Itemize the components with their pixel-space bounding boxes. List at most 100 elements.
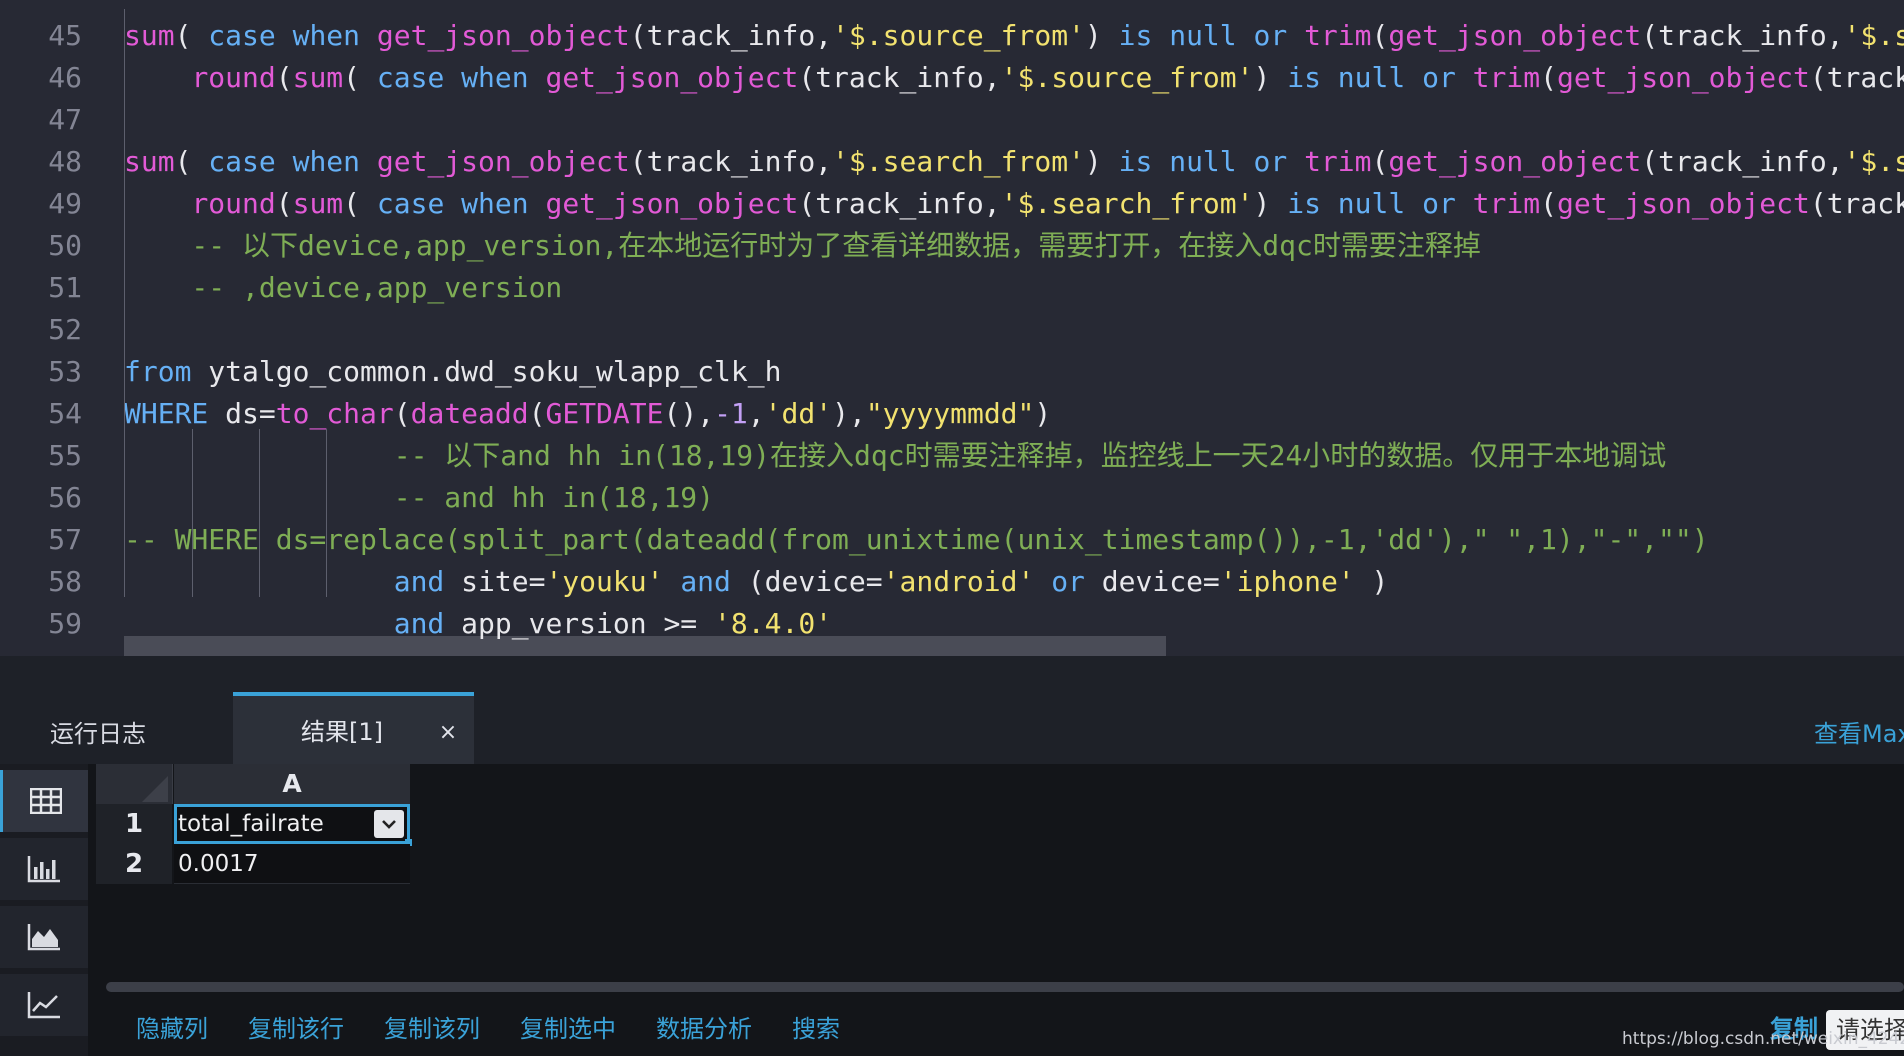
hide-column-button[interactable]: 隐藏列 [136,1004,208,1054]
code-line[interactable]: 45 sum( case when get_json_object(track_i… [0,15,1904,57]
code-line[interactable]: 49 round(sum( case when get_json_object(… [0,183,1904,225]
area-chart-button[interactable] [0,906,88,968]
code-token: ) [1354,565,1389,598]
chevron-down-icon[interactable] [374,810,404,838]
code-editor[interactable]: 45 sum( case when get_json_object(track_i… [0,0,1904,656]
row-header[interactable]: 1 [96,804,172,844]
code-token: sum [124,145,175,178]
code-line[interactable]: 47 [0,99,1904,141]
close-icon[interactable]: × [433,718,463,748]
grid-corner[interactable] [96,764,173,804]
code-token: get_json_object [1388,145,1642,178]
table-view-button[interactable] [0,770,88,832]
code-token: case when [376,61,546,94]
table-cell[interactable]: 0.0017 [174,844,410,884]
code-token: ( [343,187,377,220]
code-text: sum( case when get_json_object(track_inf… [124,141,1904,183]
code-line[interactable]: 54 WHERE ds=to_char(dateadd(GETDATE(),-1,… [0,393,1904,435]
line-number: 45 [48,19,82,52]
line-number: 50 [48,229,82,262]
code-line[interactable]: 48 sum( case when get_json_object(track_i… [0,141,1904,183]
data-analysis-button[interactable]: 数据分析 [656,1004,752,1054]
code-token: trim [1304,19,1372,52]
code-token: ( [174,145,209,178]
code-token: ytalgo_common.dwd_soku_wlapp_clk_h [208,355,782,388]
table-cell-header[interactable]: total_failrate [174,804,412,846]
code-line[interactable]: 52 [0,309,1904,351]
code-token: and [393,607,462,640]
code-line[interactable]: 51 -- ,device,app_version [0,267,1904,309]
code-text: -- 以下device,app_version,在本地运行时为了查看详细数据，需… [124,225,1480,267]
code-text: -- and hh in(18,19) [124,477,714,519]
code-token: (track [1809,187,1904,220]
bar-chart-button[interactable] [0,838,88,900]
line-chart-button[interactable] [0,974,88,1036]
view-maxcompute-link[interactable]: 查看Max [1814,714,1904,754]
code-token: ) [1034,397,1052,430]
code-token: case when [208,145,377,178]
code-token: GETDATE [545,397,664,430]
code-token: '$.s [1843,145,1904,178]
code-token: from [124,355,209,388]
code-token: is null or [1118,19,1305,52]
code-line[interactable]: 50 -- 以下device,app_version,在本地运行时为了查看详细数… [0,225,1904,267]
code-token: sum [124,19,175,52]
code-token: "yyyymmdd" [865,397,1035,430]
tab-result-label: 结果[1] [301,718,383,746]
copy-column-button[interactable]: 复制该列 [384,1004,480,1054]
results-area: A 1 total_failrate 2 0.0017 隐藏列 复制该行 复制该… [0,764,1904,1056]
code-token: site= [461,565,546,598]
code-token: (track_info, [629,19,833,52]
tab-result-1[interactable]: 结果[1] × [233,692,474,764]
code-token: (track_info, [1641,145,1844,178]
code-token: round [191,187,276,220]
code-line[interactable]: 46 round(sum( case when get_json_object(… [0,57,1904,99]
code-line[interactable]: 55 -- 以下and hh in(18,19)在接入dqc时需要注释掉，监控线… [0,435,1904,477]
code-text: from ytalgo_common.dwd_soku_wlapp_clk_h [124,351,781,393]
code-token: ( [393,397,411,430]
line-chart-icon [27,992,60,1019]
line-number: 55 [48,439,82,472]
code-token: -- WHERE ds=replace(split_part(dateadd(f… [124,523,1709,556]
code-token: ( [1371,19,1389,52]
code-line[interactable]: 53 from ytalgo_common.dwd_soku_wlapp_clk_… [0,351,1904,393]
code-line[interactable]: 56 -- and hh in(18,19) [0,477,1904,519]
code-token: and [680,565,748,598]
code-token: to_char [275,397,394,430]
code-line[interactable]: 57 -- WHERE ds=replace(split_part(dateadd… [0,519,1904,561]
bar-chart-icon [27,856,60,883]
results-horizontal-scrollbar[interactable] [106,982,1904,992]
code-token: -- and hh in(18,19) [124,481,715,514]
code-text: round(sum( case when get_json_object(tra… [124,57,1904,99]
code-token: get_json_object [1556,61,1810,94]
code-token: sum [292,187,344,220]
indent-guide [192,429,193,597]
code-token: ds= [225,397,276,430]
code-token: (device= [747,565,883,598]
code-text: sum( case when get_json_object(track_inf… [124,15,1904,57]
code-token: case when [376,187,546,220]
code-token: ) [1084,145,1119,178]
code-line[interactable]: 58 and site='youku' and (device='android… [0,561,1904,603]
copy-row-button[interactable]: 复制该行 [248,1004,344,1054]
copy-selection-button[interactable]: 复制选中 [520,1004,616,1054]
column-header-a[interactable]: A [174,764,410,804]
line-number: 58 [48,565,82,598]
line-number: 56 [48,481,82,514]
code-token: 'iphone' [1219,565,1355,598]
row-header[interactable]: 2 [96,844,172,884]
code-token: ( [1371,145,1389,178]
code-token: ), [832,397,866,430]
code-token: WHERE [124,397,226,430]
tab-run-log[interactable]: 运行日志 [50,714,146,754]
code-line[interactable]: 59 and app_version >= '8.4.0' [0,603,1904,645]
code-token: (track_info, [1641,19,1844,52]
table-view-icon [29,788,62,814]
code-token: ( [174,19,209,52]
code-token: round [191,61,276,94]
code-token: dateadd [410,397,529,430]
code-text: -- ,device,app_version [124,267,562,309]
search-button[interactable]: 搜索 [792,1004,840,1054]
